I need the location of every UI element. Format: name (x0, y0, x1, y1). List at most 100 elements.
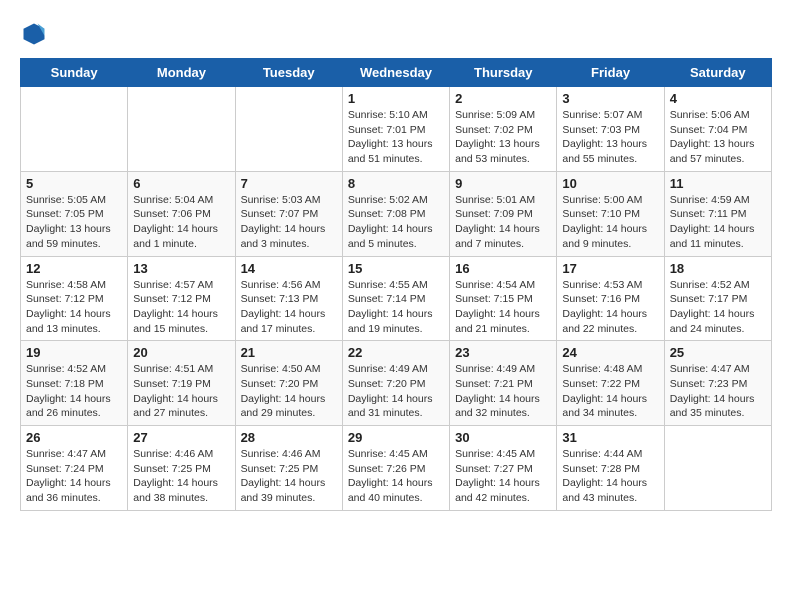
calendar-cell (128, 87, 235, 172)
weekday-header-sunday: Sunday (21, 59, 128, 87)
calendar-cell: 20 Sunrise: 4:51 AMSunset: 7:19 PMDayligh… (128, 341, 235, 426)
day-number: 4 (670, 91, 766, 106)
weekday-header-saturday: Saturday (664, 59, 771, 87)
calendar-header: SundayMondayTuesdayWednesdayThursdayFrid… (21, 59, 772, 87)
calendar-cell: 22 Sunrise: 4:49 AMSunset: 7:20 PMDayligh… (342, 341, 449, 426)
calendar-cell: 21 Sunrise: 4:50 AMSunset: 7:20 PMDayligh… (235, 341, 342, 426)
calendar-table: SundayMondayTuesdayWednesdayThursdayFrid… (20, 58, 772, 511)
day-info: Sunrise: 4:44 AMSunset: 7:28 PMDaylight:… (562, 447, 658, 506)
day-info: Sunrise: 4:55 AMSunset: 7:14 PMDaylight:… (348, 278, 444, 337)
calendar-cell: 16Sunrise: 4:54 AMSunset: 7:15 PMDayligh… (450, 256, 557, 341)
logo-icon (20, 20, 48, 48)
calendar-cell: 27 Sunrise: 4:46 AMSunset: 7:25 PMDayligh… (128, 426, 235, 511)
calendar-cell: 23 Sunrise: 4:49 AMSunset: 7:21 PMDayligh… (450, 341, 557, 426)
day-info: Sunrise: 4:52 AMSunset: 7:18 PMDaylight:… (26, 362, 122, 421)
calendar-cell: 9 Sunrise: 5:01 AMSunset: 7:09 PMDaylight… (450, 171, 557, 256)
weekday-header-tuesday: Tuesday (235, 59, 342, 87)
day-info: Sunrise: 4:56 AMSunset: 7:13 PMDaylight:… (241, 278, 337, 337)
day-info: Sunrise: 4:51 AMSunset: 7:19 PMDaylight:… (133, 362, 229, 421)
day-info: Sunrise: 4:50 AMSunset: 7:20 PMDaylight:… (241, 362, 337, 421)
day-number: 5 (26, 176, 122, 191)
calendar-cell (664, 426, 771, 511)
calendar-cell: 5 Sunrise: 5:05 AMSunset: 7:05 PMDaylight… (21, 171, 128, 256)
calendar-body: 1 Sunrise: 5:10 AMSunset: 7:01 PMDaylight… (21, 87, 772, 511)
day-info: Sunrise: 5:06 AMSunset: 7:04 PMDaylight:… (670, 108, 766, 167)
day-number: 2 (455, 91, 551, 106)
day-number: 13 (133, 261, 229, 276)
day-number: 21 (241, 345, 337, 360)
day-info: Sunrise: 4:52 AMSunset: 7:17 PMDaylight:… (670, 278, 766, 337)
day-number: 22 (348, 345, 444, 360)
day-number: 28 (241, 430, 337, 445)
day-number: 15 (348, 261, 444, 276)
day-number: 8 (348, 176, 444, 191)
day-info: Sunrise: 5:00 AMSunset: 7:10 PMDaylight:… (562, 193, 658, 252)
calendar-cell: 30Sunrise: 4:45 AMSunset: 7:27 PMDayligh… (450, 426, 557, 511)
day-number: 1 (348, 91, 444, 106)
calendar-week-5: 26 Sunrise: 4:47 AMSunset: 7:24 PMDayligh… (21, 426, 772, 511)
calendar-cell: 29 Sunrise: 4:45 AMSunset: 7:26 PMDayligh… (342, 426, 449, 511)
day-info: Sunrise: 4:47 AMSunset: 7:24 PMDaylight:… (26, 447, 122, 506)
calendar-cell: 8 Sunrise: 5:02 AMSunset: 7:08 PMDaylight… (342, 171, 449, 256)
day-info: Sunrise: 4:59 AMSunset: 7:11 PMDaylight:… (670, 193, 766, 252)
day-number: 29 (348, 430, 444, 445)
calendar-week-3: 12 Sunrise: 4:58 AMSunset: 7:12 PMDayligh… (21, 256, 772, 341)
day-number: 25 (670, 345, 766, 360)
day-number: 19 (26, 345, 122, 360)
calendar-cell: 24 Sunrise: 4:48 AMSunset: 7:22 PMDayligh… (557, 341, 664, 426)
day-number: 10 (562, 176, 658, 191)
day-info: Sunrise: 4:46 AMSunset: 7:25 PMDaylight:… (133, 447, 229, 506)
calendar-week-4: 19 Sunrise: 4:52 AMSunset: 7:18 PMDayligh… (21, 341, 772, 426)
calendar-cell: 14 Sunrise: 4:56 AMSunset: 7:13 PMDayligh… (235, 256, 342, 341)
day-info: Sunrise: 4:48 AMSunset: 7:22 PMDaylight:… (562, 362, 658, 421)
day-number: 11 (670, 176, 766, 191)
page-header (20, 20, 772, 48)
day-info: Sunrise: 5:04 AMSunset: 7:06 PMDaylight:… (133, 193, 229, 252)
calendar-cell: 1 Sunrise: 5:10 AMSunset: 7:01 PMDaylight… (342, 87, 449, 172)
calendar-cell: 18Sunrise: 4:52 AMSunset: 7:17 PMDayligh… (664, 256, 771, 341)
day-info: Sunrise: 5:09 AMSunset: 7:02 PMDaylight:… (455, 108, 551, 167)
calendar-week-2: 5 Sunrise: 5:05 AMSunset: 7:05 PMDaylight… (21, 171, 772, 256)
calendar-cell: 2 Sunrise: 5:09 AMSunset: 7:02 PMDaylight… (450, 87, 557, 172)
day-number: 7 (241, 176, 337, 191)
day-info: Sunrise: 5:01 AMSunset: 7:09 PMDaylight:… (455, 193, 551, 252)
calendar-cell: 6 Sunrise: 5:04 AMSunset: 7:06 PMDaylight… (128, 171, 235, 256)
day-number: 27 (133, 430, 229, 445)
calendar-cell: 7 Sunrise: 5:03 AMSunset: 7:07 PMDaylight… (235, 171, 342, 256)
day-info: Sunrise: 4:45 AMSunset: 7:26 PMDaylight:… (348, 447, 444, 506)
calendar-cell: 19 Sunrise: 4:52 AMSunset: 7:18 PMDayligh… (21, 341, 128, 426)
day-number: 26 (26, 430, 122, 445)
calendar-cell: 10 Sunrise: 5:00 AMSunset: 7:10 PMDayligh… (557, 171, 664, 256)
day-number: 16 (455, 261, 551, 276)
day-info: Sunrise: 4:47 AMSunset: 7:23 PMDaylight:… (670, 362, 766, 421)
day-number: 24 (562, 345, 658, 360)
day-number: 6 (133, 176, 229, 191)
calendar-cell: 4 Sunrise: 5:06 AMSunset: 7:04 PMDaylight… (664, 87, 771, 172)
day-info: Sunrise: 5:05 AMSunset: 7:05 PMDaylight:… (26, 193, 122, 252)
day-number: 20 (133, 345, 229, 360)
day-info: Sunrise: 4:57 AMSunset: 7:12 PMDaylight:… (133, 278, 229, 337)
calendar-cell: 26 Sunrise: 4:47 AMSunset: 7:24 PMDayligh… (21, 426, 128, 511)
day-number: 3 (562, 91, 658, 106)
day-info: Sunrise: 5:02 AMSunset: 7:08 PMDaylight:… (348, 193, 444, 252)
calendar-cell: 12 Sunrise: 4:58 AMSunset: 7:12 PMDayligh… (21, 256, 128, 341)
day-info: Sunrise: 4:58 AMSunset: 7:12 PMDaylight:… (26, 278, 122, 337)
calendar-cell: 3Sunrise: 5:07 AMSunset: 7:03 PMDaylight… (557, 87, 664, 172)
day-number: 14 (241, 261, 337, 276)
calendar-cell (21, 87, 128, 172)
day-info: Sunrise: 4:53 AMSunset: 7:16 PMDaylight:… (562, 278, 658, 337)
day-info: Sunrise: 5:10 AMSunset: 7:01 PMDaylight:… (348, 108, 444, 167)
calendar-cell: 17Sunrise: 4:53 AMSunset: 7:16 PMDayligh… (557, 256, 664, 341)
weekday-header-thursday: Thursday (450, 59, 557, 87)
calendar-cell: 25 Sunrise: 4:47 AMSunset: 7:23 PMDayligh… (664, 341, 771, 426)
day-number: 12 (26, 261, 122, 276)
day-number: 9 (455, 176, 551, 191)
day-info: Sunrise: 4:49 AMSunset: 7:21 PMDaylight:… (455, 362, 551, 421)
calendar-cell: 11 Sunrise: 4:59 AMSunset: 7:11 PMDayligh… (664, 171, 771, 256)
weekday-header-monday: Monday (128, 59, 235, 87)
calendar-week-1: 1 Sunrise: 5:10 AMSunset: 7:01 PMDaylight… (21, 87, 772, 172)
calendar-cell (235, 87, 342, 172)
day-info: Sunrise: 5:03 AMSunset: 7:07 PMDaylight:… (241, 193, 337, 252)
day-number: 23 (455, 345, 551, 360)
day-info: Sunrise: 4:49 AMSunset: 7:20 PMDaylight:… (348, 362, 444, 421)
